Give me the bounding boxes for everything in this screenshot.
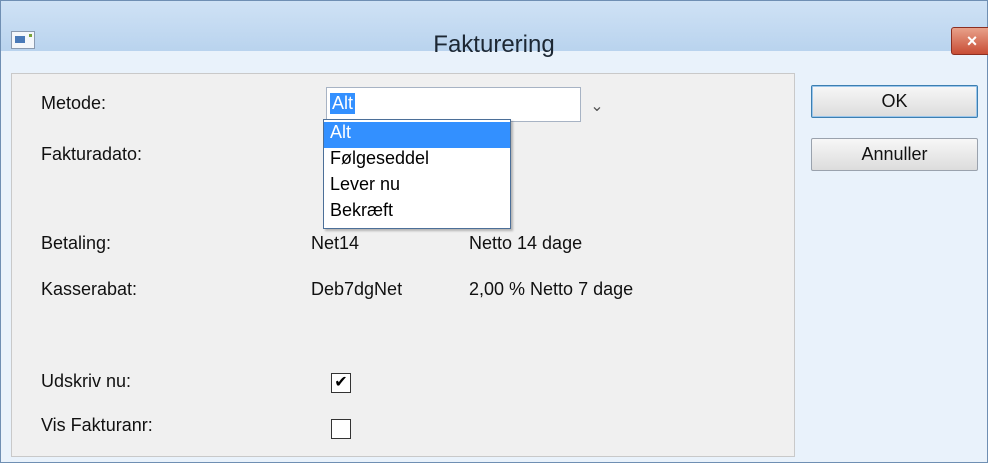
fakturadato-label: Fakturadato: bbox=[41, 144, 143, 164]
betaling-label: Betaling: bbox=[41, 233, 112, 253]
udskriv-nu-label: Udskriv nu: bbox=[41, 371, 132, 391]
chevron-down-icon[interactable]: ⌄ bbox=[586, 96, 608, 118]
betaling-code: Net14 bbox=[311, 233, 360, 253]
kasserabat-description: 2,00 % Netto 7 dage bbox=[469, 279, 634, 299]
close-button[interactable]: × bbox=[951, 27, 988, 55]
betaling-description: Netto 14 dage bbox=[469, 233, 583, 253]
dropdown-option-folgeseddel[interactable]: Følgeseddel bbox=[324, 148, 510, 174]
udskriv-nu-checkbox[interactable]: ✔ bbox=[331, 373, 351, 393]
kasserabat-label: Kasserabat: bbox=[41, 279, 138, 299]
metode-label: Metode: bbox=[41, 93, 107, 113]
metode-combobox-value: Alt bbox=[330, 93, 356, 114]
title-bar: Fakturering × bbox=[1, 1, 988, 58]
kasserabat-code: Deb7dgNet bbox=[311, 279, 403, 299]
dropdown-option-lever-nu[interactable]: Lever nu bbox=[324, 174, 510, 200]
dialog-window: Fakturering × Metode: Alt ⌄ Fakturadato:… bbox=[0, 0, 988, 463]
metode-combobox[interactable]: Alt bbox=[326, 87, 581, 122]
dropdown-option-alt[interactable]: Alt bbox=[324, 122, 510, 148]
vis-fakturanr-checkbox[interactable] bbox=[331, 419, 351, 439]
cancel-button[interactable]: Annuller bbox=[811, 138, 978, 171]
dropdown-option-bekraeft[interactable]: Bekræft bbox=[324, 200, 510, 226]
metode-dropdown-list: Alt Følgeseddel Lever nu Bekræft bbox=[323, 119, 511, 229]
window-title: Fakturering bbox=[433, 31, 555, 58]
ok-button[interactable]: OK bbox=[811, 85, 978, 118]
vis-fakturanr-label: Vis Fakturanr: bbox=[41, 415, 153, 435]
